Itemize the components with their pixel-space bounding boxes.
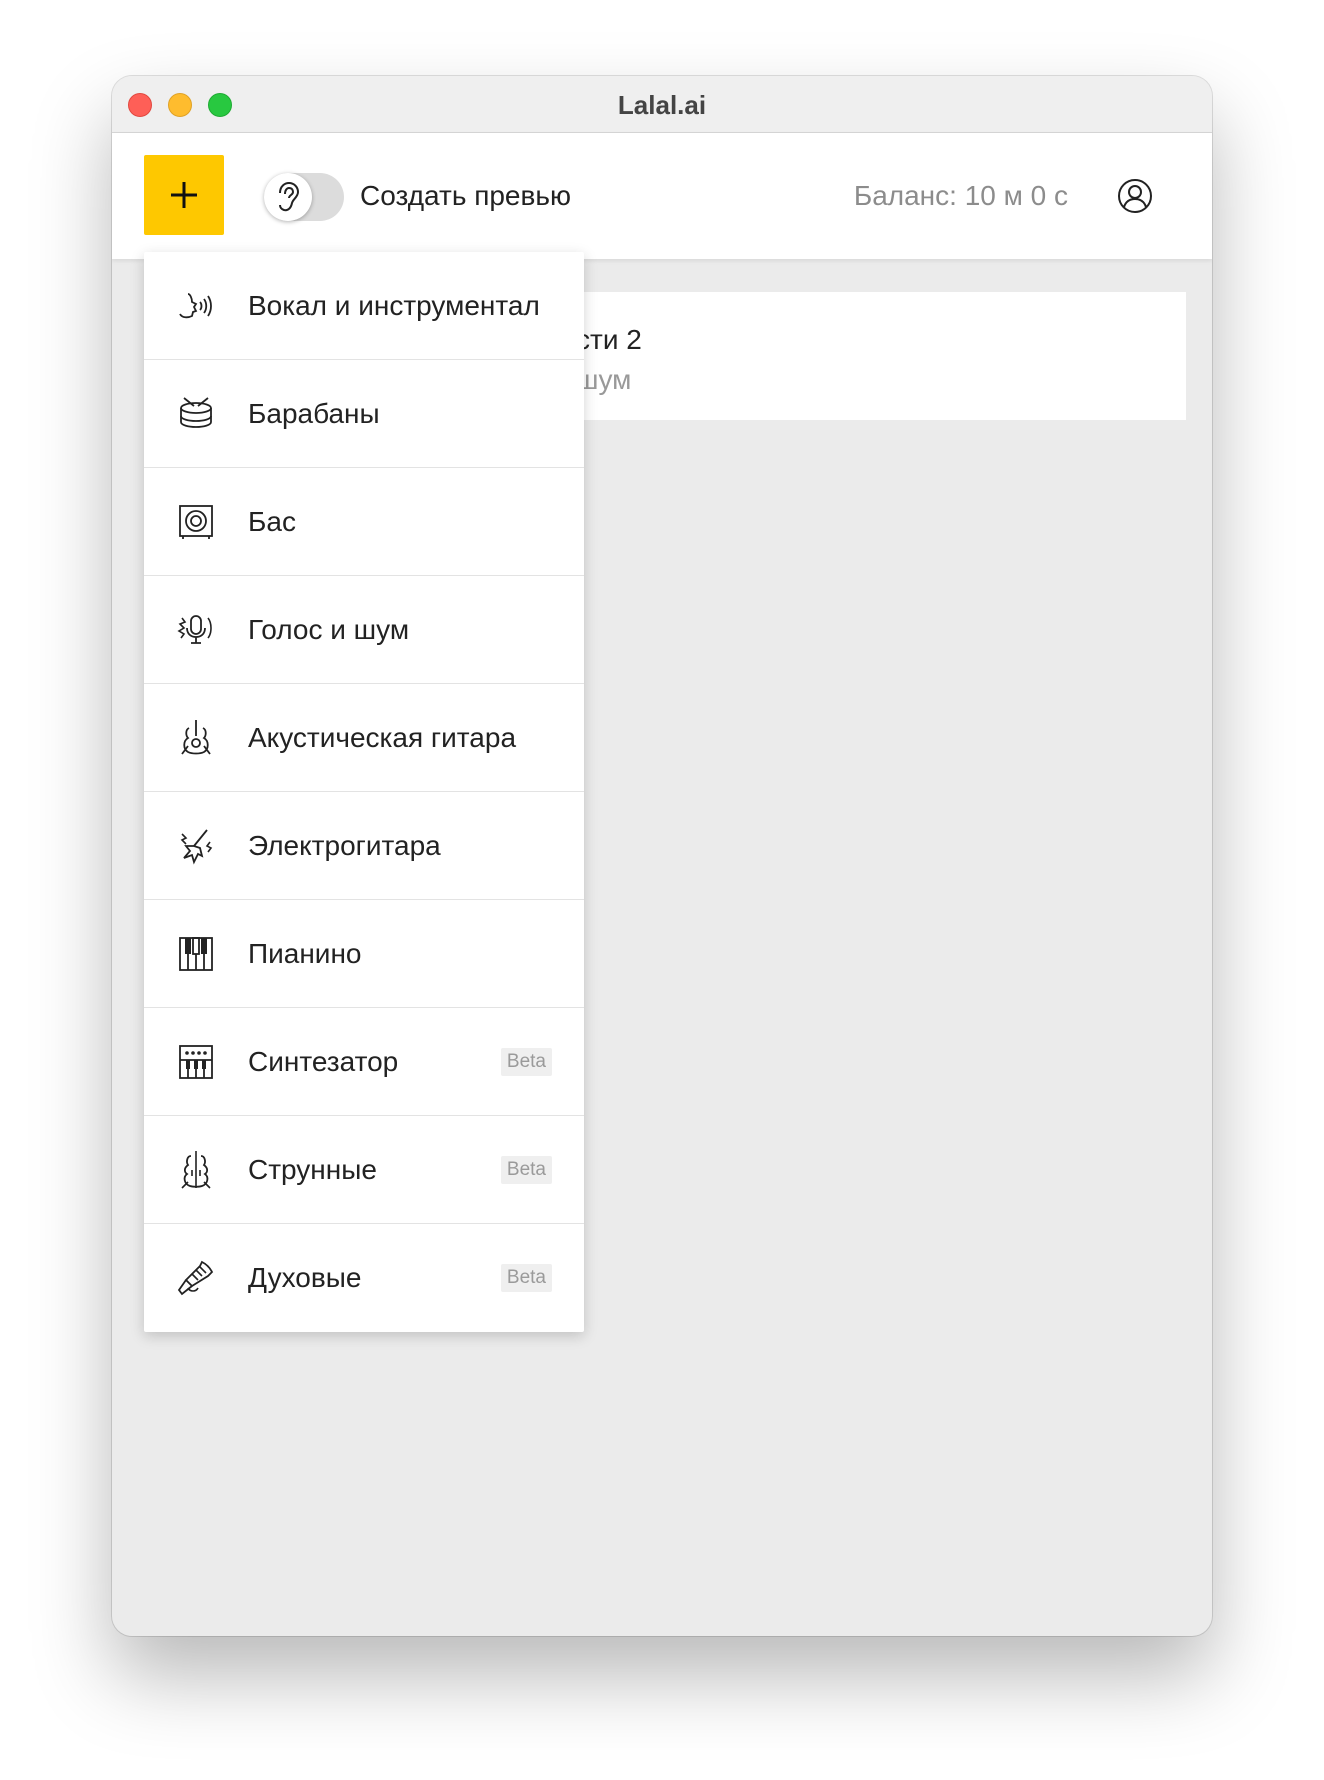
menu-item-drums[interactable]: Барабаны — [144, 360, 584, 468]
stem-type-menu: Вокал и инструментал Барабаны Бас Голос … — [144, 252, 584, 1332]
account-icon[interactable] — [1116, 177, 1154, 215]
window-title: Lalal.ai — [617, 90, 707, 120]
beta-badge: Beta — [500, 1048, 552, 1076]
toggle-knob — [264, 173, 312, 221]
menu-item-vocal[interactable]: Вокал и инструментал — [144, 252, 584, 360]
drum-icon — [180, 397, 212, 428]
menu-item-label: Струнные — [248, 1154, 377, 1185]
plus-icon — [171, 182, 197, 208]
toolbar: Создать превью Баланс: 10 м 0 с — [112, 133, 1212, 259]
title-bar: Lalal.ai — [112, 76, 1212, 133]
card-title: сти 2 — [576, 324, 642, 355]
menu-item-label: Акустическая гитара — [248, 722, 517, 753]
acoustic-guitar-icon — [181, 720, 211, 755]
balance-text: Баланс: 10 м 0 с — [853, 180, 1068, 211]
electric-guitar-icon — [180, 829, 213, 865]
menu-item-acoustic-guitar[interactable]: Акустическая гитара — [144, 684, 584, 792]
menu-item-bass[interactable]: Бас — [144, 468, 584, 576]
menu-item-label: Духовые — [248, 1262, 362, 1293]
menu-item-strings[interactable]: Струнные Beta — [144, 1116, 584, 1224]
preview-label: Создать превью — [360, 180, 571, 211]
app-window: Lalal.ai Создать превью Баланс: 10 м 0 с… — [112, 76, 1212, 1636]
add-file-button[interactable] — [144, 155, 224, 235]
menu-item-winds[interactable]: Духовые Beta — [144, 1224, 584, 1332]
menu-item-label: Пианино — [248, 938, 362, 969]
menu-item-label: Бас — [248, 506, 296, 537]
beta-badge: Beta — [500, 1156, 552, 1184]
menu-item-synthesizer[interactable]: Синтезатор Beta — [144, 1008, 584, 1116]
menu-item-label: Вокал и инструментал — [248, 290, 540, 321]
card-subtitle: шум — [576, 364, 632, 395]
menu-item-label: Электрогитара — [248, 830, 441, 861]
preview-toggle[interactable] — [264, 173, 344, 221]
menu-item-label: Синтезатор — [248, 1046, 399, 1077]
microphone-noise-icon — [177, 615, 212, 644]
beta-badge: Beta — [500, 1264, 552, 1292]
synthesizer-icon — [179, 1045, 213, 1079]
menu-item-electric-guitar[interactable]: Электрогитара — [144, 792, 584, 900]
violin-icon — [181, 1151, 211, 1189]
piano-icon — [179, 937, 213, 971]
menu-item-voice-noise[interactable]: Голос и шум — [144, 576, 584, 684]
menu-item-label: Барабаны — [248, 398, 380, 429]
menu-item-label: Голос и шум — [248, 614, 410, 645]
vocal-icon — [179, 293, 212, 319]
menu-item-piano[interactable]: Пианино — [144, 900, 584, 1008]
ear-icon — [279, 181, 300, 212]
trumpet-icon — [177, 1260, 214, 1296]
bass-speaker-icon — [179, 505, 213, 539]
